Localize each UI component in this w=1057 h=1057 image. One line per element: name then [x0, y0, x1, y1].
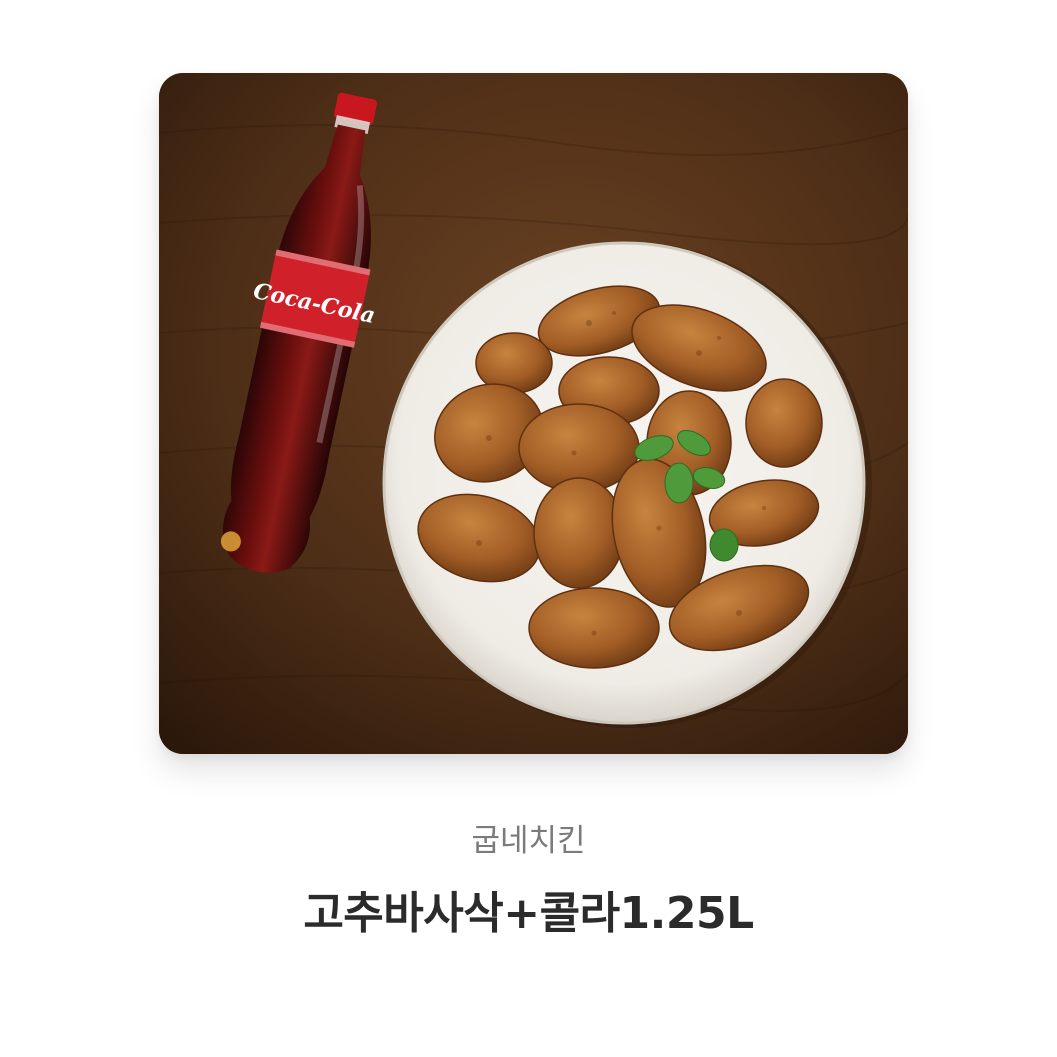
brand-name: 굽네치킨 [471, 823, 586, 859]
product-page: Coca-Cola 굽네치킨 고추바사삭+콜라1.25L [0, 0, 1057, 1057]
product-photo: Coca-Cola [159, 73, 908, 754]
product-image[interactable]: Coca-Cola [159, 73, 908, 754]
product-name[interactable]: 고추바사삭+콜라1.25L [0, 877, 1057, 941]
